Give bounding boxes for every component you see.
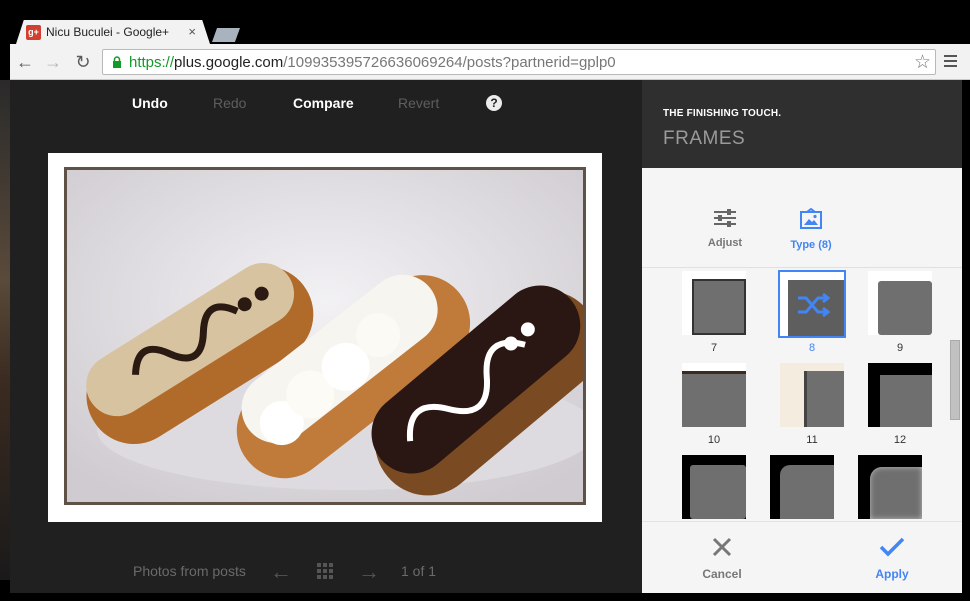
frame-thumb-7[interactable] (682, 271, 746, 335)
help-icon[interactable]: ? (486, 95, 502, 111)
next-photo-arrow-icon[interactable]: → (358, 559, 380, 585)
url-host: plus.google.com (174, 54, 284, 71)
eclairs-image (67, 170, 583, 502)
back-button[interactable]: ← (14, 51, 36, 73)
shuffle-icon (798, 292, 830, 318)
frame-label-7: 7 (710, 342, 718, 354)
frame-thumb-10[interactable] (682, 363, 746, 427)
revert-button[interactable]: Revert (398, 95, 439, 111)
browser-toolbar: ← → ↻ https://plus.google.com/1099353957… (10, 44, 970, 80)
compare-button[interactable]: Compare (293, 95, 354, 111)
browser-window: g+ Nicu Buculei - Google+ × ← → ↻ https:… (0, 0, 970, 601)
photo-editor: Undo Redo Compare Revert ? Photos from p… (10, 80, 962, 593)
tab-type-label: Type (8) (790, 239, 832, 251)
chrome-menu-icon[interactable] (940, 52, 960, 72)
panel-title: FRAMES (663, 128, 746, 149)
url-scheme: https:// (129, 54, 175, 71)
reload-button[interactable]: ↻ (72, 51, 94, 73)
frame-label-12: 12 (893, 434, 907, 446)
frame-label-9: 9 (896, 342, 904, 354)
panel-actions: Cancel Apply (642, 521, 962, 593)
browser-tab[interactable]: g+ Nicu Buculei - Google+ × (16, 20, 210, 44)
google-plus-icon: g+ (26, 25, 41, 40)
frame-thumb-13[interactable] (682, 455, 746, 519)
grid-view-icon[interactable] (317, 563, 333, 579)
new-tab-button[interactable] (212, 28, 240, 42)
frame-thumb-15[interactable] (858, 455, 922, 519)
forward-button[interactable]: → (42, 51, 64, 73)
editor-toolbar: Undo Redo Compare Revert ? (10, 80, 642, 128)
frame-label-11: 11 (806, 434, 818, 446)
sliders-icon (714, 209, 736, 227)
frame-label-10: 10 (707, 434, 721, 446)
frame-thumb-14[interactable] (770, 455, 834, 519)
photo-canvas (48, 153, 602, 522)
frames-grid: 7 8 9 10 11 12 (642, 269, 962, 519)
tab-strip: g+ Nicu Buculei - Google+ × (0, 0, 970, 44)
cancel-button[interactable]: Cancel (682, 536, 762, 581)
url-path: /109935395726636069264/posts?partnerid=g… (283, 54, 616, 71)
frame-thumb-8[interactable] (778, 270, 846, 338)
image-frame-icon (800, 207, 822, 229)
frame-thumb-12[interactable] (868, 363, 932, 427)
close-x-icon (712, 537, 732, 557)
apply-button[interactable]: Apply (852, 536, 932, 581)
url-text: https://plus.google.com/1099353957266360… (129, 54, 616, 71)
frame-label-8: 8 (808, 342, 816, 354)
close-icon[interactable]: × (188, 24, 196, 39)
frame-thumb-9[interactable] (868, 271, 932, 335)
previous-photo-arrow-icon[interactable]: ← (270, 559, 292, 585)
address-bar[interactable]: https://plus.google.com/1099353957266360… (102, 49, 936, 75)
tab-adjust[interactable]: Adjust (690, 208, 760, 249)
panel-kicker: THE FINISHING TOUCH. (663, 108, 782, 119)
photo-of-eclairs (64, 167, 586, 505)
background-page-edge (0, 80, 10, 580)
redo-button[interactable]: Redo (213, 95, 246, 111)
panel-header: THE FINISHING TOUCH. FRAMES (642, 80, 962, 168)
cancel-label: Cancel (702, 567, 742, 581)
photo-footer: Photos from posts ← → 1 of 1 (10, 552, 642, 592)
frames-scrollbar[interactable] (950, 340, 960, 420)
photo-count: 1 of 1 (401, 563, 437, 579)
photos-from-posts-label: Photos from posts (133, 563, 246, 579)
tab-adjust-label: Adjust (707, 237, 743, 249)
lock-icon (113, 56, 121, 68)
frame-thumb-11[interactable] (780, 363, 844, 427)
panel-tabs: Adjust Type (8) (642, 168, 962, 268)
tab-type[interactable]: Type (8) (776, 207, 846, 251)
undo-button[interactable]: Undo (132, 95, 168, 111)
tab-title: Nicu Buculei - Google+ (46, 25, 170, 39)
frames-panel: THE FINISHING TOUCH. FRAMES Adjust Type … (642, 80, 962, 593)
apply-label: Apply (875, 567, 909, 581)
checkmark-icon (879, 537, 905, 557)
bookmark-star-icon[interactable]: ☆ (914, 51, 931, 74)
